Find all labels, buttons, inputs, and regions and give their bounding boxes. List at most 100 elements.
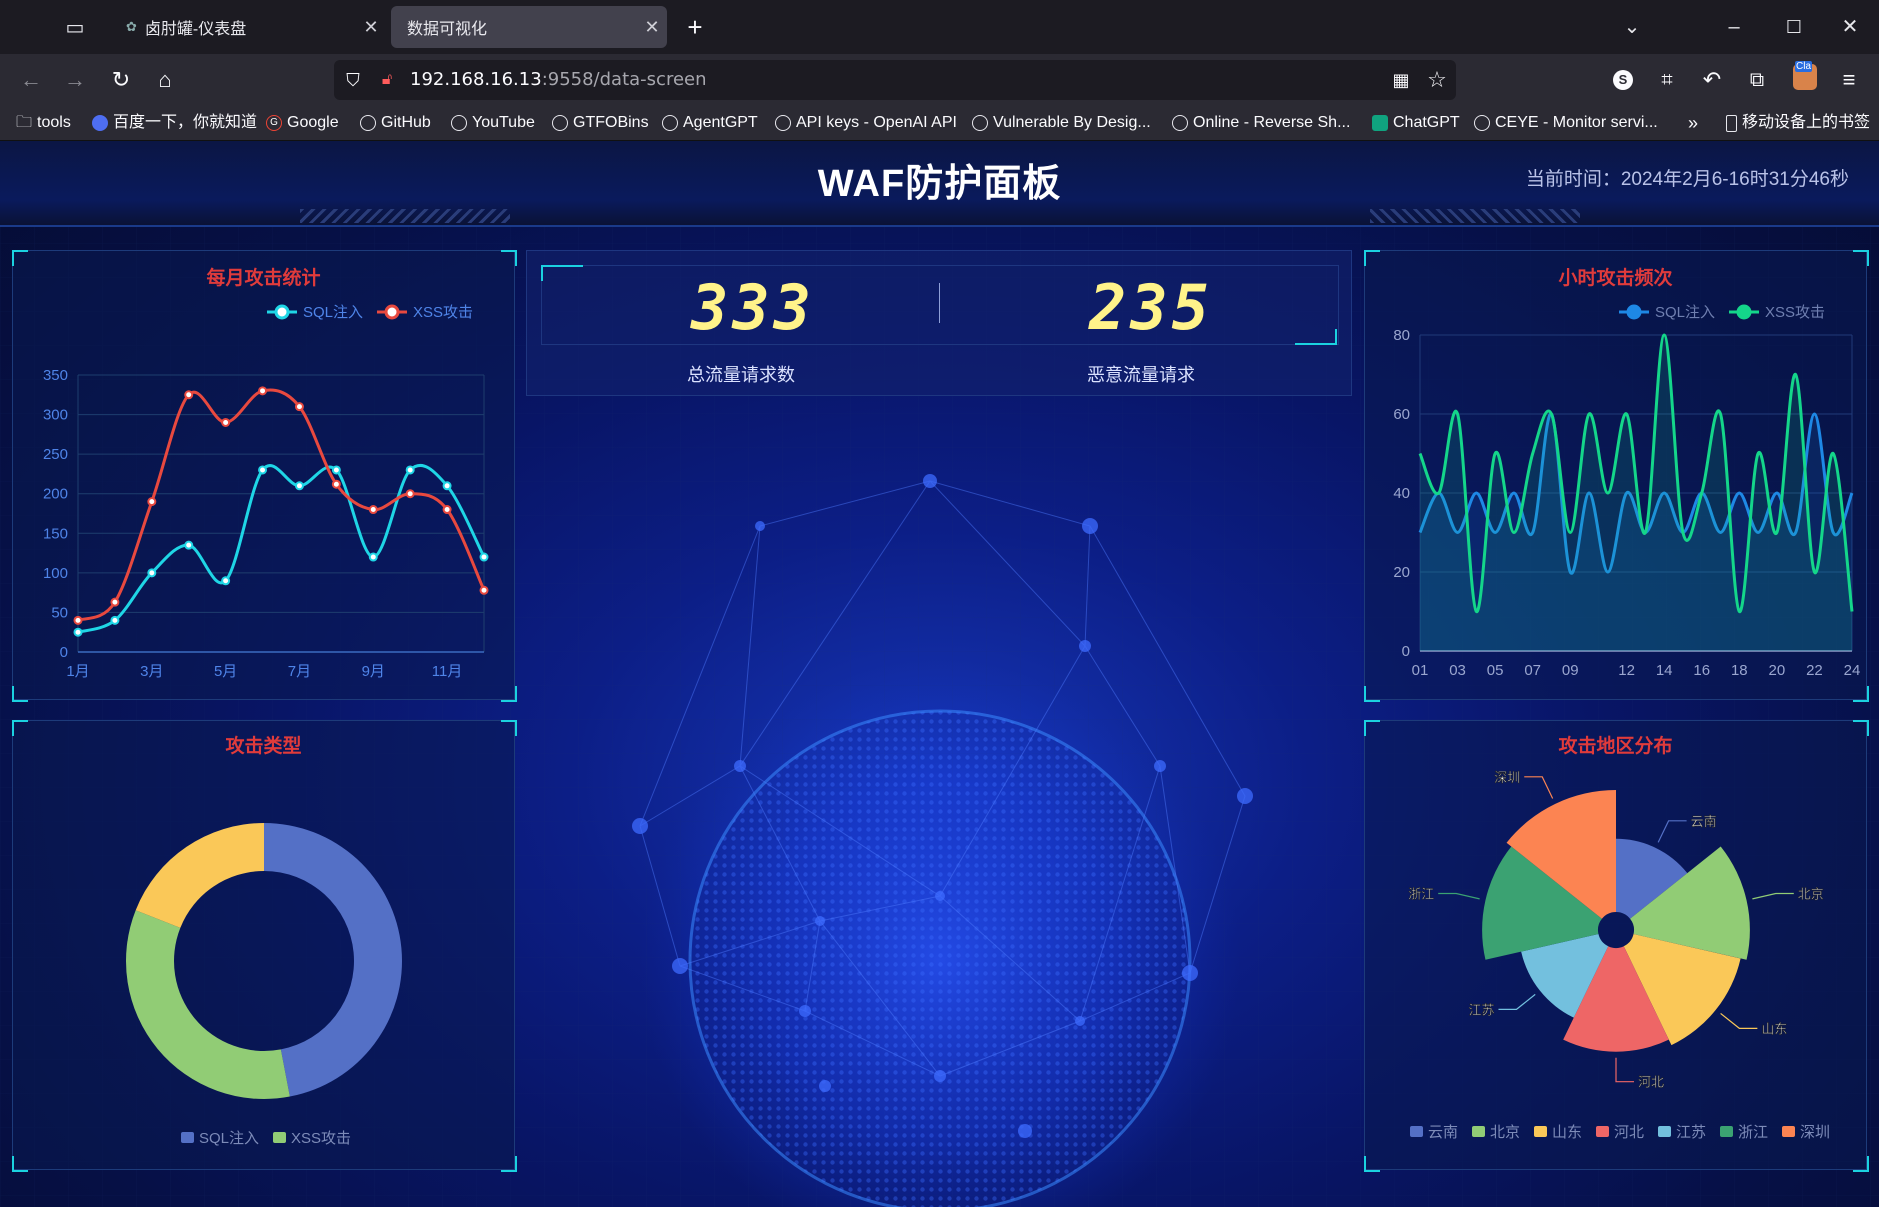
y-tick-label: 0 [1402,643,1410,660]
legend-label: 深圳 [1800,1124,1830,1141]
forward-icon[interactable]: → [58,62,92,98]
more-bookmarks-chevron-icon[interactable]: » [1688,110,1698,136]
attack-type-chart: SQL注入 XSS攻击 [125,823,402,1147]
legend-marker [1658,1126,1671,1137]
frame-corner-tl [541,265,583,281]
bookmark-openai[interactable]: API keys - OpenAI API [775,110,957,136]
data-point [405,465,415,475]
legend-marker [181,1132,194,1143]
folder-icon: 🗀 [16,114,33,131]
label-leader-line [1438,892,1480,900]
legend-marker [1472,1126,1485,1137]
data-point [479,552,489,562]
home-icon[interactable]: ⌂ [148,62,182,98]
current-time: 当前时间：2024年2月6-16时31分46秒 [1525,169,1849,190]
counter-frame [541,265,1339,345]
legend-marker [1410,1126,1423,1137]
bookmark-label: 百度一下，你就知道 [113,114,258,131]
bookmark-agentgpt[interactable]: AgentGPT [662,110,758,136]
bookmark-google[interactable]: G Google [266,110,339,136]
close-tab-icon[interactable]: ✕ [637,17,667,38]
data-point [405,489,415,499]
attack-region-panel: 攻击地区分布 云南 北京 山东 河北 江苏 浙江 深圳 云南 北京 山东 河北 江苏 浙江 深圳 [1364,720,1867,1170]
bookmark-label: Vulnerable By Desig... [993,114,1151,131]
shield-icon[interactable]: ⛉ [336,62,370,98]
reload-icon[interactable]: ↻ [104,62,138,98]
slice-label: 江苏 [1468,1002,1494,1017]
x-tick-label: 01 [1412,662,1429,679]
y-tick-label: 350 [43,367,68,384]
bookmark-ceye[interactable]: CEYE - Monitor servi... [1474,110,1658,136]
bookmark-folder-tools[interactable]: 🗀 tools [16,110,71,136]
bookmark-label: YouTube [472,114,535,131]
insecure-lock-icon[interactable]: 🔓︎ [370,62,404,98]
legend-label: XSS攻击 [413,304,473,321]
total-requests-value: 333 [691,271,815,344]
undo-icon[interactable]: ↶ [1695,62,1729,98]
data-point [479,585,489,595]
x-tick-label: 16 [1693,662,1710,679]
donut-slice [135,823,264,928]
bookmark-label: Google [287,114,339,131]
legend-label: 山东 [1552,1124,1582,1141]
y-tick-label: 150 [43,525,68,542]
data-point [73,615,83,625]
bookmark-star-icon[interactable]: ☆ [1420,62,1454,98]
crop-icon[interactable]: ⌗ [1650,62,1684,98]
y-tick-label: 50 [51,604,68,621]
extensions-puzzle-icon[interactable]: ⧉ [1740,62,1774,98]
qr-code-icon[interactable]: ▦ [1384,62,1418,98]
list-all-tabs-icon[interactable]: ⌄ [1614,10,1650,44]
data-point [184,540,194,550]
counter-divider [939,283,940,323]
globe-icon [1172,115,1188,131]
bookmark-reverse-shell[interactable]: Online - Reverse Sh... [1172,110,1350,136]
bookmark-github[interactable]: GitHub [360,110,431,136]
slice-label: 深圳 [1494,770,1520,785]
corner-decoration [12,1156,28,1172]
bookmark-mobile[interactable]: 移动设备上的书签 [1726,110,1870,136]
tab-overview-icon[interactable]: ▭ [60,14,90,42]
url-host: 192.168.16.13 [410,69,542,90]
data-point [110,615,120,625]
extension-s-icon[interactable]: S [1613,70,1633,90]
url-text[interactable]: 192.168.16.13:9558/data-screen [410,60,707,100]
x-tick-label: 5月 [214,663,237,680]
hourly-attack-panel: 小时攻击频次 0 20 40 60 80 01 03 05 07 09 12 14 16 18 20 22 24… [1364,250,1867,700]
bookmark-gtfobins[interactable]: GTFOBins [552,110,649,136]
data-point [110,597,120,607]
tab-data-visualization[interactable]: 数据可视化 ✕ [391,6,667,48]
bookmark-baidu[interactable]: 百度一下，你就知道 [92,110,257,136]
menu-icon[interactable]: ≡ [1832,62,1866,98]
new-tab-button[interactable]: + [680,10,710,44]
bookmark-vulnhub[interactable]: Vulnerable By Desig... [972,110,1151,136]
corner-decoration [1364,250,1380,266]
back-icon[interactable]: ← [14,62,48,98]
maximize-button[interactable]: ☐ [1776,10,1812,44]
legend-label: 江苏 [1676,1124,1706,1141]
tab-dashboard[interactable]: ✿ 卤肘罐-仪表盘 ✕ [110,6,386,48]
bookmark-youtube[interactable]: YouTube [451,110,535,136]
corner-decoration [501,250,517,266]
minimize-button[interactable]: – [1716,10,1752,44]
bookmark-label: AgentGPT [683,114,758,131]
malicious-requests-value: 235 [1089,271,1213,344]
close-window-button[interactable]: ✕ [1832,10,1868,44]
close-tab-icon[interactable]: ✕ [356,17,386,38]
mobile-icon [1726,114,1737,132]
counter-panel: 333 235 总流量请求数 恶意流量请求 [526,250,1352,396]
y-tick-label: 0 [60,644,68,661]
x-tick-label: 11月 [432,663,463,680]
legend-label: SQL注入 [1655,304,1715,321]
label-leader-line [1615,1057,1634,1083]
header-deco-right [1370,209,1580,223]
bookmark-chatgpt[interactable]: ChatGPT [1372,110,1460,136]
legend-marker [1534,1126,1547,1137]
x-tick-label: 09 [1562,662,1579,679]
url-path: :9558/data-screen [541,69,707,90]
legend-label: 河北 [1614,1124,1644,1141]
legend-label: 浙江 [1738,1124,1768,1141]
profile-avatar[interactable]: Cla [1793,61,1817,90]
x-tick-label: 3月 [140,663,163,680]
header-deco-left [300,209,510,223]
